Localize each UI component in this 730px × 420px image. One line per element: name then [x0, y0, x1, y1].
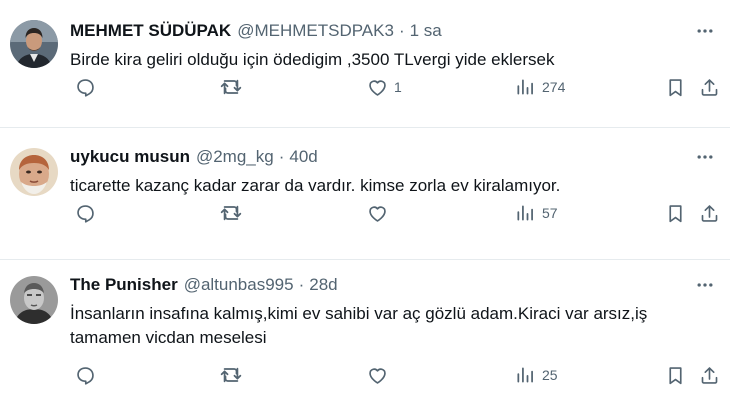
author-handle[interactable]: @2mg_kg — [196, 147, 274, 167]
bookmark-icon — [664, 76, 686, 98]
bookmark-icon — [664, 364, 686, 386]
action-bar: 1 274 — [70, 72, 716, 102]
tweet-text: Birde kira geliri olduğu için ödedigim ,… — [70, 50, 555, 69]
reply-icon — [74, 76, 96, 98]
timestamp[interactable]: 1 sa — [410, 21, 442, 41]
share-icon — [698, 364, 720, 386]
tweet-header: MEHMET SÜDÜPAK @MEHMETSDPAK3 · 1 sa — [70, 18, 716, 44]
views-icon — [514, 76, 536, 98]
reply-button[interactable] — [74, 72, 96, 102]
share-button[interactable] — [698, 198, 720, 228]
avatar[interactable] — [10, 20, 58, 68]
view-count: 25 — [542, 367, 558, 383]
views-button[interactable]: 25 — [514, 360, 558, 390]
retweet-icon — [220, 364, 242, 386]
retweet-button[interactable] — [220, 360, 242, 390]
reply-icon — [74, 202, 96, 224]
tweet[interactable]: The Punisher @altunbas995 · 28d İnsanlar… — [0, 260, 730, 420]
more-icon[interactable] — [694, 146, 716, 168]
timestamp[interactable]: 40d — [289, 147, 317, 167]
separator-dot: · — [298, 275, 305, 294]
tweet-content: uykucu musun @2mg_kg · 40d ticarette kaz… — [70, 144, 716, 198]
author-name[interactable]: uykucu musun — [70, 147, 190, 167]
like-count: 1 — [394, 79, 402, 95]
more-icon[interactable] — [694, 274, 716, 296]
like-icon — [366, 76, 388, 98]
avatar[interactable] — [10, 148, 58, 196]
tweet-text: ticarette kazanç kadar zarar da vardır. … — [70, 176, 561, 195]
author-handle[interactable]: @altunbas995 — [184, 275, 294, 295]
more-icon[interactable] — [694, 20, 716, 42]
views-icon — [514, 364, 536, 386]
separator-dot: · — [398, 21, 405, 40]
tweet[interactable]: uykucu musun @2mg_kg · 40d ticarette kaz… — [0, 128, 730, 260]
view-count: 274 — [542, 79, 566, 95]
reply-button[interactable] — [74, 198, 96, 228]
reply-feed: MEHMET SÜDÜPAK @MEHMETSDPAK3 · 1 sa Bird… — [0, 0, 730, 420]
like-button[interactable] — [366, 360, 388, 390]
tweet-header: uykucu musun @2mg_kg · 40d — [70, 144, 716, 170]
author-name[interactable]: The Punisher — [70, 275, 178, 295]
share-icon — [698, 76, 720, 98]
tweet[interactable]: MEHMET SÜDÜPAK @MEHMETSDPAK3 · 1 sa Bird… — [0, 0, 730, 128]
tweet-content: MEHMET SÜDÜPAK @MEHMETSDPAK3 · 1 sa Bird… — [70, 18, 716, 72]
timestamp[interactable]: 28d — [309, 275, 337, 295]
avatar[interactable] — [10, 276, 58, 324]
action-bar: 57 — [70, 198, 716, 228]
like-button[interactable]: 1 — [366, 72, 402, 102]
view-count: 57 — [542, 205, 558, 221]
bookmark-button[interactable] — [664, 198, 686, 228]
retweet-button[interactable] — [220, 198, 242, 228]
share-button[interactable] — [698, 360, 720, 390]
tweet-content: The Punisher @altunbas995 · 28d İnsanlar… — [70, 272, 716, 350]
retweet-icon — [220, 76, 242, 98]
reply-icon — [74, 364, 96, 386]
bookmark-button[interactable] — [664, 72, 686, 102]
views-icon — [514, 202, 536, 224]
views-button[interactable]: 57 — [514, 198, 558, 228]
author-name[interactable]: MEHMET SÜDÜPAK — [70, 21, 231, 41]
like-button[interactable] — [366, 198, 388, 228]
separator-dot: · — [278, 147, 285, 166]
bookmark-icon — [664, 202, 686, 224]
like-icon — [366, 364, 388, 386]
views-button[interactable]: 274 — [514, 72, 565, 102]
tweet-header: The Punisher @altunbas995 · 28d — [70, 272, 716, 298]
bookmark-button[interactable] — [664, 360, 686, 390]
retweet-button[interactable] — [220, 72, 242, 102]
tweet-text: İnsanların insafına kalmış,kimi ev sahib… — [70, 304, 648, 347]
share-icon — [698, 202, 720, 224]
retweet-icon — [220, 202, 242, 224]
action-bar: 25 — [70, 360, 716, 390]
author-handle[interactable]: @MEHMETSDPAK3 — [237, 21, 394, 41]
share-button[interactable] — [698, 72, 720, 102]
like-icon — [366, 202, 388, 224]
reply-button[interactable] — [74, 360, 96, 390]
